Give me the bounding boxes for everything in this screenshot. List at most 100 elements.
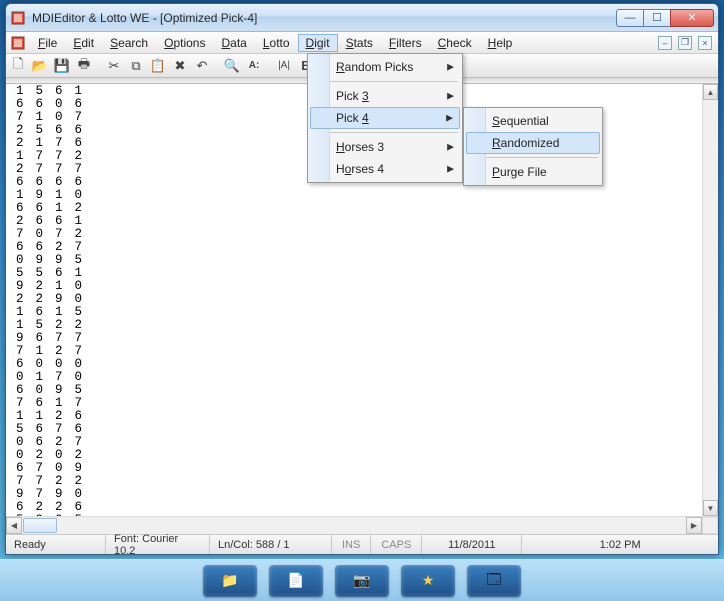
submenu-arrow-icon: ▶ [446,113,453,124]
scroll-right-button[interactable]: ▶ [686,517,702,534]
editor-line: 7722 [6,475,702,488]
close-button[interactable]: ✕ [670,9,714,27]
mdi-restore-button[interactable]: ❐ [678,36,692,50]
submenu-arrow-icon: ▶ [447,142,454,153]
menu-item-randomized[interactable]: Randomized [466,132,600,154]
menu-item-horses 3[interactable]: Horses 3▶ [310,136,460,158]
vscroll-track[interactable] [703,100,718,500]
editor-line: 1126 [6,410,702,423]
task-item[interactable]: 📄 [269,565,323,597]
editor-line: 6612 [6,202,702,215]
minimize-button[interactable]: — [616,9,644,27]
replace-icon[interactable]: A: [244,56,264,76]
task-item[interactable]: ★ [401,565,455,597]
status-caps: CAPS [371,535,422,554]
scroll-down-button[interactable]: ▼ [703,500,718,516]
editor-line: 0995 [6,254,702,267]
status-lncol: Ln/Col: 588 / 1 [210,535,332,554]
editor-line: 1615 [6,306,702,319]
menu-check[interactable]: Check [430,34,480,52]
editor-line: 6000 [6,358,702,371]
editor-line: 6226 [6,501,702,514]
window-controls: — ☐ ✕ [617,9,714,27]
editor-line: 9677 [6,332,702,345]
save-icon[interactable]: 💾 [52,56,72,76]
mdi-child-controls: – ❐ × [658,36,716,50]
task-item[interactable]: 📷 [335,565,389,597]
editor-line: 5676 [6,423,702,436]
menu-item-pick 3[interactable]: Pick 3▶ [310,85,460,107]
paste-icon[interactable]: 📋 [148,56,168,76]
menu-separator [312,132,458,133]
scroll-left-button[interactable]: ◀ [6,517,22,534]
horizontal-scrollbar[interactable]: ◀ ▶ [6,516,718,534]
editor-line: 7127 [6,345,702,358]
menu-item-purge file[interactable]: Purge File [466,161,600,183]
task-item[interactable]: 🗔 [467,565,521,597]
menu-data[interactable]: Data [213,34,254,52]
menu-help[interactable]: Help [480,34,521,52]
app-window: MDIEditor & Lotto WE - [Optimized Pick-4… [5,3,719,555]
delete-icon[interactable]: ✖ [170,56,190,76]
menu-item-sequential[interactable]: Sequential [466,110,600,132]
app-menu-icon[interactable] [10,35,26,51]
hscroll-track[interactable] [22,517,686,534]
scroll-corner [702,517,718,534]
undo-icon[interactable]: ↶ [192,56,212,76]
menu-digit[interactable]: Digit [298,34,338,52]
editor-line: 0627 [6,436,702,449]
menu-filters[interactable]: Filters [381,34,430,52]
menu-search[interactable]: Search [102,34,156,52]
editor-line: 0202 [6,449,702,462]
editor-line: 5905 [6,514,702,516]
status-font: Font: Courier 10.2 [106,535,210,554]
task-item[interactable]: 📁 [203,565,257,597]
new-icon[interactable]: 🗋 [8,56,28,76]
editor-line: 6627 [6,241,702,254]
menu-file[interactable]: File [30,34,65,52]
maximize-button[interactable]: ☐ [643,9,671,27]
window-title: MDIEditor & Lotto WE - [Optimized Pick-4… [30,11,617,25]
hscroll-thumb[interactable] [23,518,57,533]
copy-icon[interactable]: ⧉ [126,56,146,76]
editor-line: 2661 [6,215,702,228]
status-ready: Ready [6,535,106,554]
menu-separator [312,81,458,82]
menu-edit[interactable]: Edit [65,34,102,52]
menu-lotto[interactable]: Lotto [255,34,298,52]
open-icon[interactable]: 📂 [30,56,50,76]
editor-line: 9210 [6,280,702,293]
submenu-arrow-icon: ▶ [447,91,454,102]
editor-line: 1522 [6,319,702,332]
cut-icon[interactable]: ✂ [104,56,124,76]
mdi-close-button[interactable]: × [698,36,712,50]
submenu-arrow-icon: ▶ [447,62,454,73]
mdi-minimize-button[interactable]: – [658,36,672,50]
editor-line: 2290 [6,293,702,306]
menu-item-pick 4[interactable]: Pick 4▶ [310,107,460,129]
editor-line: 0170 [6,371,702,384]
find-icon[interactable]: 🔍 [222,56,242,76]
statusbar: Ready Font: Courier 10.2 Ln/Col: 588 / 1… [6,534,718,554]
digit-menu-dropdown: Random Picks▶ Pick 3▶Pick 4▶ Horses 3▶Hors… [307,53,463,183]
editor-line: 6095 [6,384,702,397]
status-time: 1:02 PM [522,535,718,554]
status-ins: INS [332,535,371,554]
print-icon[interactable]: 🖶 [74,56,94,76]
vertical-scrollbar[interactable]: ▲ ▼ [702,84,718,516]
pick4-submenu: SequentialRandomized Purge File [463,107,603,186]
scroll-up-button[interactable]: ▲ [703,84,718,100]
editor-line: 7617 [6,397,702,410]
menu-separator [468,157,598,158]
editor-line: 6709 [6,462,702,475]
menu-item-random picks[interactable]: Random Picks▶ [310,56,460,78]
menu-options[interactable]: Options [156,34,213,52]
case-icon[interactable]: |A| [274,56,294,76]
editor-line: 5561 [6,267,702,280]
menu-item-horses 4[interactable]: Horses 4▶ [310,158,460,180]
editor-line: 7072 [6,228,702,241]
menubar: FileEditSearchOptionsDataLottoDigitStats… [6,32,718,54]
app-title-icon [10,10,26,26]
editor-line: 1910 [6,189,702,202]
menu-stats[interactable]: Stats [338,34,381,52]
